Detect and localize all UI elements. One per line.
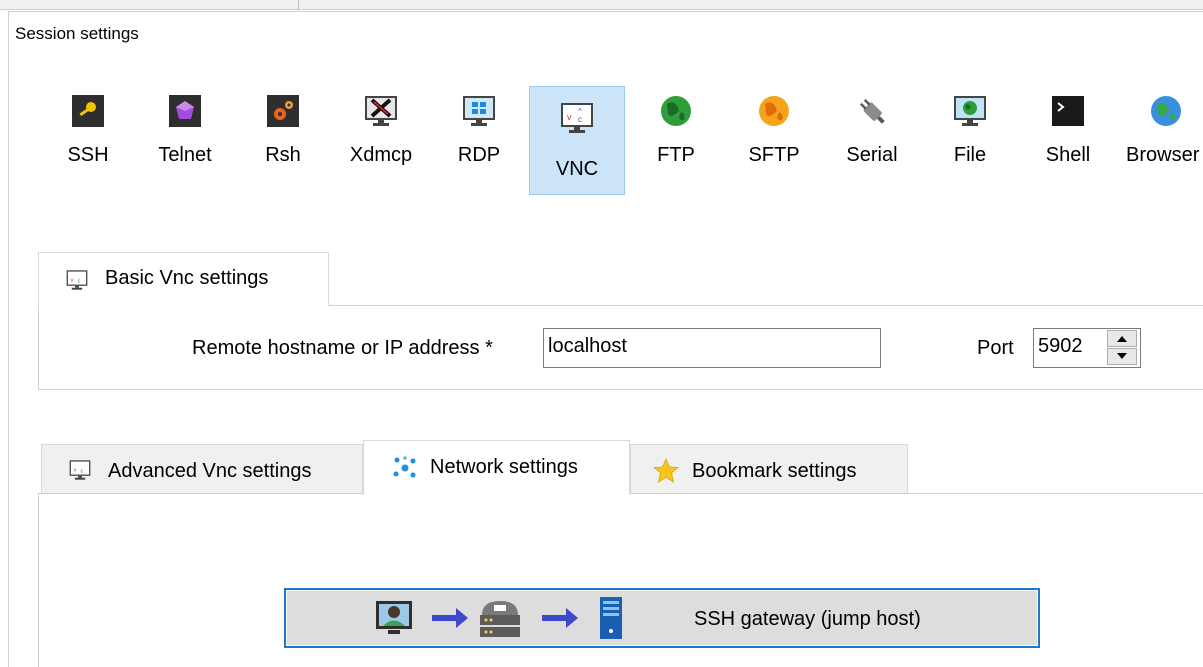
remote-hostname-input[interactable]: localhost [543,328,881,368]
arrow-up-icon [1117,336,1127,342]
top-strip-divider [298,0,299,10]
star-icon [652,458,680,483]
session-type-label: RDP [457,144,501,166]
session-type-vnc[interactable]: v ^ c VNC [529,86,625,195]
session-type-label: VNC [555,158,599,180]
port-label: Port [977,337,1014,359]
svg-text:c: c [81,469,84,475]
tab-advanced-vnc-settings[interactable]: vc Advanced Vnc settings [41,444,363,493]
svg-text:v: v [74,467,77,473]
tab-label: Basic Vnc settings [105,267,269,289]
file-monitor-icon [953,94,987,128]
green-globe-icon [659,94,693,128]
arrow-down-icon [1117,353,1127,359]
session-type-sftp[interactable]: SFTP [726,74,822,184]
port-increment-button[interactable] [1107,330,1137,347]
key-icon [71,94,105,128]
session-type-rsh[interactable]: Rsh [235,74,331,184]
tab-label: Bookmark settings [692,460,857,482]
user-monitor-icon [376,601,412,634]
session-type-label: Shell [1045,144,1091,166]
svg-text:c: c [578,115,582,124]
tab-label: Network settings [430,456,578,478]
purple-gem-icon [168,94,202,128]
session-type-label: Serial [846,144,898,166]
session-type-label: Browser [1126,144,1200,166]
gateway-router-icon [480,601,520,637]
session-type-label: Rsh [265,144,301,166]
session-type-shell[interactable]: Shell [1020,74,1116,184]
session-type-telnet[interactable]: Telnet [137,74,233,184]
arrow-right-icon [432,608,468,628]
session-type-label: SSH [67,144,109,166]
windows-monitor-icon [462,94,496,128]
session-type-label: File [953,144,987,166]
terminal-icon [1051,94,1085,128]
tab-basic-vnc-settings[interactable]: vc Basic Vnc settings [38,252,329,306]
top-strip [0,0,1203,10]
arrow-right-icon [542,608,578,628]
svg-text:v: v [567,112,572,122]
vnc-monitor-icon: vc [66,269,88,291]
session-type-browser[interactable]: Browser [1118,74,1203,184]
tab-bookmark-settings[interactable]: Bookmark settings [630,444,908,493]
vnc-monitor-icon: vc [69,459,91,481]
server-tower-icon [600,597,622,639]
vnc-monitor-icon: v ^ c [560,101,594,135]
session-type-label: SFTP [748,144,800,166]
session-type-xdmcp[interactable]: Xdmcp [333,74,429,184]
session-type-file[interactable]: File [922,74,1018,184]
port-decrement-button[interactable] [1107,348,1137,365]
session-type-serial[interactable]: Serial [824,74,920,184]
gateway-diagram-icons [376,597,622,639]
x-monitor-icon [364,94,398,128]
session-type-ssh[interactable]: SSH [40,74,136,184]
svg-text:v: v [71,277,74,283]
serial-plug-icon [855,94,889,128]
session-type-label: Telnet [158,144,212,166]
port-stepper[interactable] [1107,330,1137,366]
session-type-label: FTP [657,144,695,166]
session-type-label: Xdmcp [349,144,413,166]
tab-network-settings[interactable]: Network settings [363,440,630,495]
session-type-toolbar: SSH Telnet Rsh Xdmcp RDP v ^ c VNC FTP S… [0,74,1203,195]
network-icon [392,455,416,478]
remote-hostname-label: Remote hostname or IP address * [192,337,493,359]
window-title: Session settings [15,24,139,43]
tab-label: Advanced Vnc settings [108,460,312,482]
ssh-gateway-label: SSH gateway (jump host) [694,608,921,630]
browser-globe-icon [1149,94,1183,128]
gears-icon [266,94,300,128]
orange-globe-icon [757,94,791,128]
ssh-gateway-button[interactable]: SSH gateway (jump host) [284,588,1040,648]
session-type-rdp[interactable]: RDP [431,74,527,184]
session-type-ftp[interactable]: FTP [628,74,724,184]
svg-text:c: c [78,279,81,285]
